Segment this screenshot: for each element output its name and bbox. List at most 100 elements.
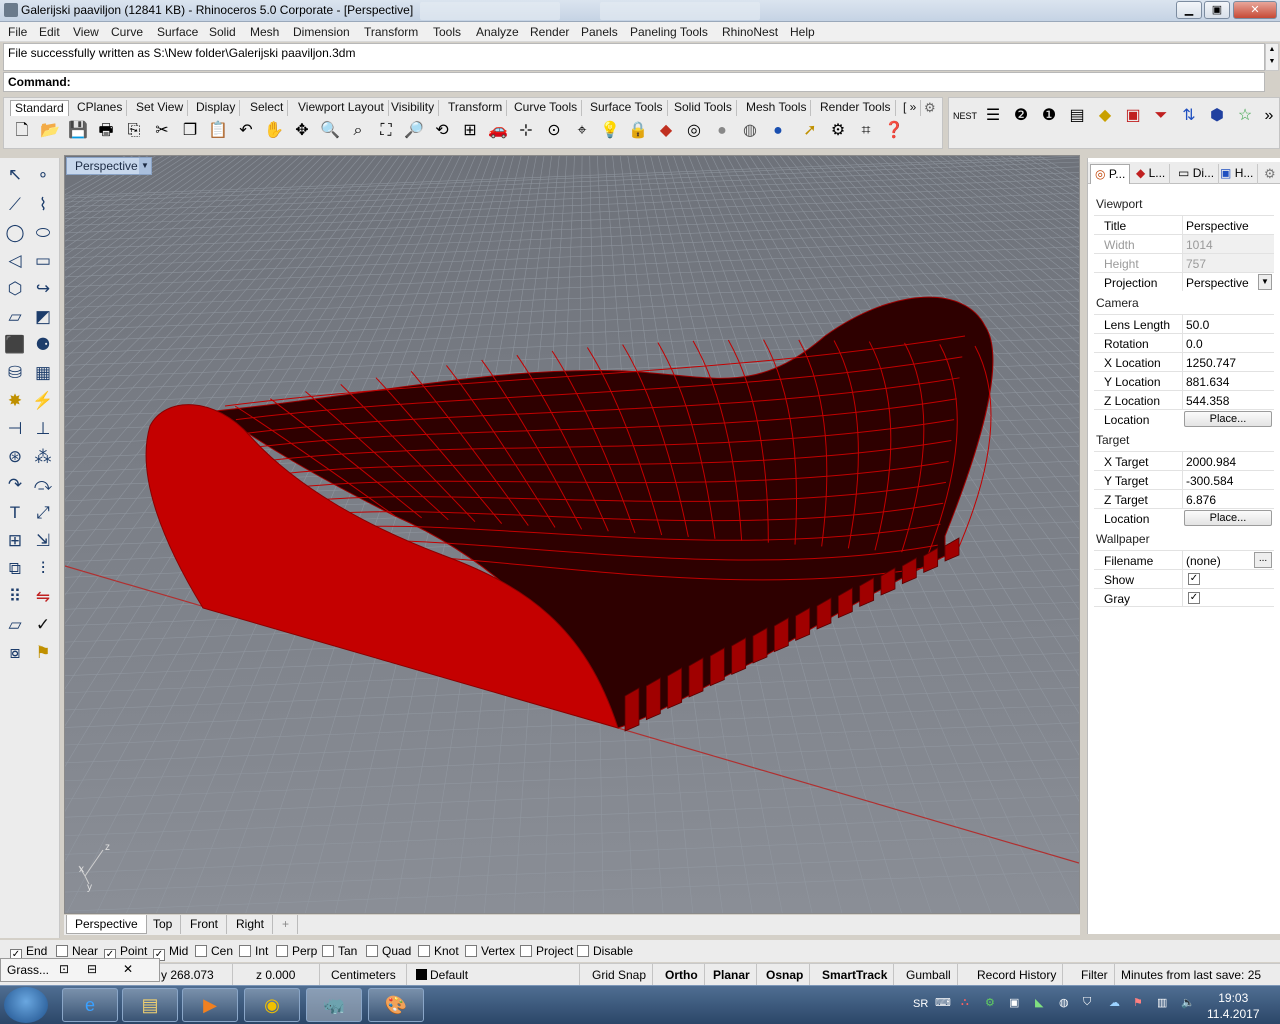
nest-star-icon[interactable]: ☆ bbox=[1233, 104, 1257, 128]
grasshopper-close-button[interactable]: ✕ bbox=[123, 962, 133, 976]
plugin-overflow-icon[interactable]: » bbox=[1257, 104, 1280, 128]
save-icon[interactable]: 💾 bbox=[66, 119, 90, 143]
acrobat-icon[interactable]: ⛬ bbox=[961, 996, 969, 1009]
osnap-int[interactable]: Int bbox=[239, 944, 268, 958]
cylinder-icon[interactable]: ⛁ bbox=[2, 360, 28, 386]
tab-solid-tools[interactable]: Solid Tools bbox=[670, 100, 737, 116]
internet-explorer-icon[interactable]: e bbox=[62, 988, 118, 1022]
polyline-icon[interactable]: ⟋ bbox=[2, 192, 28, 218]
chrome-icon[interactable]: ◉ bbox=[244, 988, 300, 1022]
grasshopper-minimized-window[interactable]: Grass... ⊡ ⊟ ✕ bbox=[0, 958, 160, 982]
open-icon[interactable]: 📂 bbox=[38, 119, 62, 143]
tab-curve-tools[interactable]: Curve Tools bbox=[510, 100, 583, 116]
camera-place-button[interactable]: Place... bbox=[1184, 411, 1272, 427]
tab-select[interactable]: Select bbox=[246, 100, 289, 116]
tab-top[interactable]: Top bbox=[145, 915, 182, 934]
tab-layers[interactable]: ◆ L... bbox=[1132, 164, 1171, 184]
named-views-icon[interactable]: ⊹ bbox=[514, 119, 538, 143]
z-target-field[interactable]: 6.876 bbox=[1186, 493, 1216, 507]
network-app-icon[interactable]: ▣ bbox=[1009, 996, 1019, 1009]
viewport-title-tab[interactable]: Perspective ▼ bbox=[66, 157, 152, 175]
perspective-viewport[interactable]: z x y Perspective ▼ bbox=[64, 155, 1080, 914]
menu-dimension[interactable]: Dimension bbox=[293, 25, 350, 39]
tab-cplanes[interactable]: CPlanes bbox=[73, 100, 128, 116]
analyze-icon[interactable]: ⏥ bbox=[2, 612, 28, 638]
check-icon[interactable]: ✓ bbox=[30, 612, 56, 638]
volume-icon[interactable]: 🔈 bbox=[1181, 996, 1195, 1009]
grid-snap-toggle[interactable]: Grid Snap bbox=[586, 964, 654, 985]
fillet-curve-icon[interactable]: ↪ bbox=[30, 276, 56, 302]
nest-cube-icon[interactable]: ⬢ bbox=[1205, 104, 1229, 128]
menu-curve[interactable]: Curve bbox=[111, 25, 143, 39]
extrude-icon[interactable]: ◩ bbox=[30, 304, 56, 330]
osnap-knot[interactable]: Knot bbox=[418, 944, 459, 958]
osnap-toggle[interactable]: Osnap bbox=[760, 964, 811, 985]
menu-paneling-tools[interactable]: Paneling Tools bbox=[630, 25, 708, 39]
array-icon[interactable]: ⠿ bbox=[2, 584, 28, 610]
tab-display[interactable]: ▭ Di... bbox=[1174, 164, 1220, 184]
toolbar-gear-icon[interactable]: ⚙ bbox=[924, 100, 936, 116]
split-icon[interactable]: ⊥ bbox=[30, 416, 56, 442]
nest-parts-icon[interactable]: ❶ bbox=[1037, 104, 1061, 128]
osnap-near[interactable]: Near bbox=[56, 944, 98, 958]
planar-toggle[interactable]: Planar bbox=[707, 964, 757, 985]
layout-icon[interactable]: ⧇ bbox=[2, 640, 28, 666]
fillet-icon[interactable]: ⤼ bbox=[30, 472, 56, 498]
nest-filter-icon[interactable]: ⏷ bbox=[1149, 104, 1173, 128]
tab-standard[interactable]: Standard bbox=[10, 100, 69, 116]
nest-icon[interactable]: NEST bbox=[953, 104, 977, 128]
units-display[interactable]: Centimeters bbox=[325, 964, 407, 985]
menu-file[interactable]: File bbox=[8, 25, 27, 39]
render-icon[interactable]: ⚑ bbox=[30, 640, 56, 666]
nest-step-icon[interactable]: ❷ bbox=[1009, 104, 1033, 128]
menu-view[interactable]: View bbox=[73, 25, 99, 39]
zoom-selected-icon[interactable]: 🔎 bbox=[402, 119, 426, 143]
tab-display[interactable]: Display bbox=[192, 100, 241, 116]
tab-perspective[interactable]: Perspective bbox=[66, 915, 147, 934]
nest-report-icon[interactable]: ▣ bbox=[1121, 104, 1145, 128]
print-icon[interactable]: 🖶 bbox=[94, 119, 118, 143]
start-button[interactable] bbox=[4, 987, 48, 1023]
osnap-project[interactable]: Project bbox=[520, 944, 573, 958]
menu-render[interactable]: Render bbox=[530, 25, 569, 39]
menu-mesh[interactable]: Mesh bbox=[250, 25, 279, 39]
filter-toggle[interactable]: Filter bbox=[1075, 964, 1115, 985]
menu-solid[interactable]: Solid bbox=[209, 25, 236, 39]
grasshopper-maximize-button[interactable]: ⊟ bbox=[87, 962, 97, 976]
move-icon[interactable]: ⊞ bbox=[2, 528, 28, 554]
gray-checkbox[interactable]: ✓ bbox=[1188, 592, 1200, 604]
ellipse-icon[interactable]: ⬭ bbox=[30, 220, 56, 246]
command-input[interactable] bbox=[78, 74, 1258, 90]
lens-length-field[interactable]: 50.0 bbox=[1186, 318, 1209, 332]
box-icon[interactable]: ⬛ bbox=[2, 332, 28, 358]
projection-dropdown-icon[interactable]: ▼ bbox=[1258, 274, 1272, 290]
tab-help[interactable]: ▣ H... bbox=[1216, 164, 1259, 184]
ungroup-icon[interactable]: ⁂ bbox=[30, 444, 56, 470]
car-icon[interactable]: 🚗 bbox=[486, 119, 510, 143]
tab-right[interactable]: Right bbox=[228, 915, 274, 934]
nest-sheet-icon[interactable]: ▤ bbox=[1065, 104, 1089, 128]
nest-arrange-icon[interactable]: ⇅ bbox=[1177, 104, 1201, 128]
mesh-icon[interactable]: ▦ bbox=[30, 360, 56, 386]
help-icon[interactable]: ❓ bbox=[882, 119, 906, 143]
tab-mesh-tools[interactable]: Mesh Tools bbox=[742, 100, 812, 116]
gumball-toggle[interactable]: Gumball bbox=[900, 964, 958, 985]
menu-analyze[interactable]: Analyze bbox=[476, 25, 519, 39]
rectangle-icon[interactable]: ▭ bbox=[30, 248, 56, 274]
dimension-icon[interactable]: ⤢ bbox=[30, 500, 56, 526]
blue-sphere-icon[interactable]: ● bbox=[766, 119, 790, 143]
point-icon[interactable]: ∘ bbox=[30, 162, 56, 188]
language-indicator[interactable]: SR bbox=[913, 998, 928, 1010]
menu-rhinonest[interactable]: RhinoNest bbox=[722, 25, 778, 39]
tab-surface-tools[interactable]: Surface Tools bbox=[586, 100, 668, 116]
sphere-icon[interactable]: ⚈ bbox=[30, 332, 56, 358]
select-arrow-icon[interactable]: ↖ bbox=[2, 162, 28, 188]
osnap-disable[interactable]: Disable bbox=[577, 944, 633, 958]
zoom-window-icon[interactable]: ⌕ bbox=[346, 119, 370, 143]
tab-properties[interactable]: ◎ P... bbox=[1090, 164, 1131, 184]
z-location-field[interactable]: 544.358 bbox=[1186, 394, 1229, 408]
rotation-field[interactable]: 0.0 bbox=[1186, 337, 1203, 351]
media-player-icon[interactable]: ▶ bbox=[182, 988, 238, 1022]
grid-options-icon[interactable]: ⌗ bbox=[854, 119, 878, 143]
cut-icon[interactable]: ✂ bbox=[150, 119, 174, 143]
